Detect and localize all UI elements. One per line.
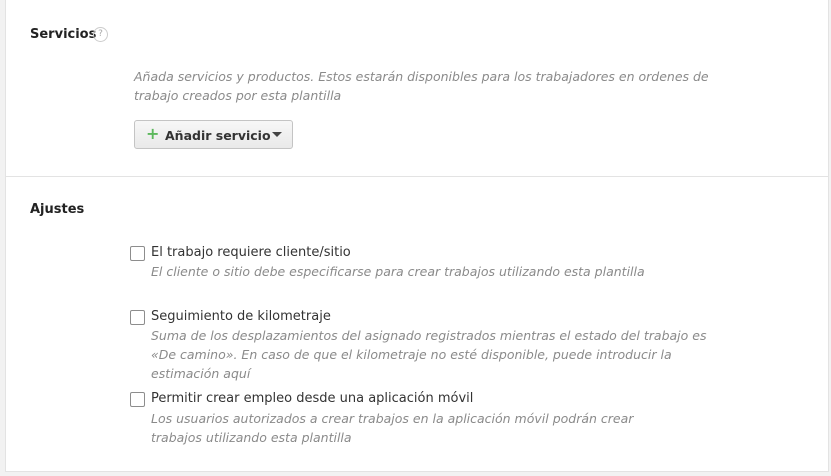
add-service-button[interactable]: + Añadir servicio <box>134 120 293 149</box>
mobile-create-checkbox[interactable] <box>130 392 145 407</box>
help-icon[interactable]: ? <box>93 27 108 42</box>
require-client-label[interactable]: El trabajo requiere cliente/sitio <box>151 245 351 260</box>
add-service-label: Añadir servicio <box>165 128 271 143</box>
require-client-description: El cliente o sitio debe especificarse pa… <box>151 264 645 279</box>
mobile-create-label[interactable]: Permitir crear empleo desde una aplicaci… <box>151 391 473 406</box>
section-divider <box>6 176 828 177</box>
settings-title: Ajustes <box>30 202 85 217</box>
caret-down-icon[interactable] <box>272 132 282 137</box>
require-client-checkbox[interactable] <box>130 246 145 261</box>
settings-card: Servicios ? Añada servicios y productos.… <box>5 0 829 472</box>
services-description: Añada servicios y productos. Estos estar… <box>134 69 709 103</box>
plus-icon: + <box>146 124 160 143</box>
mobile-create-description: Los usuarios autorizados a crear trabajo… <box>151 411 634 445</box>
services-title: Servicios <box>30 27 97 42</box>
mileage-tracking-label[interactable]: Seguimiento de kilometraje <box>151 309 331 324</box>
mileage-tracking-description: Suma de los desplazamientos del asignado… <box>151 328 707 381</box>
mileage-tracking-checkbox[interactable] <box>130 310 145 325</box>
